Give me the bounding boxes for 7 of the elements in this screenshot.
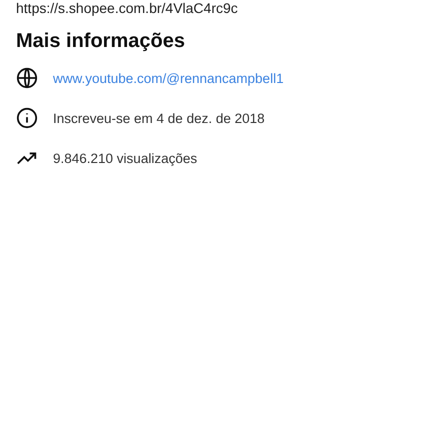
url-text: https://s.shopee.com.br/4VlaC4rc9c [16,0,239,16]
channel-link[interactable]: www.youtube.com/@rennancampbell1 [53,70,284,86]
globe-icon [16,67,38,89]
info-icon [16,107,38,129]
info-text: Inscreveu-se em 4 de dez. de 2018 [53,110,265,126]
info-text: 9.846.210 visualizações [53,150,198,166]
section-title: Mais informações [16,30,186,53]
